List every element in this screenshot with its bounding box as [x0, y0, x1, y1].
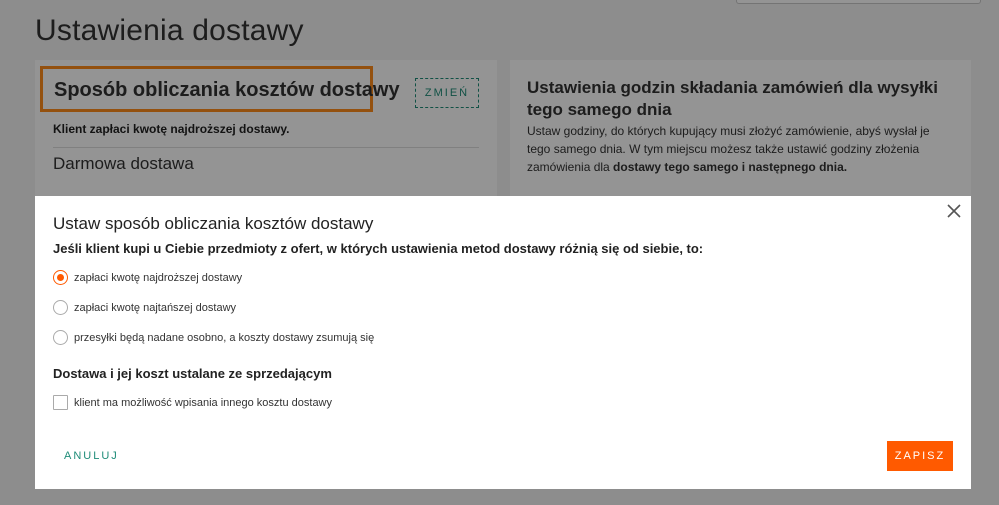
seller-section-title: Dostawa i jej koszt ustalane ze sprzedaj… [53, 366, 332, 381]
cancel-button[interactable]: ANULUJ [64, 450, 119, 462]
delivery-cost-modal: Ustaw sposób obliczania kosztów dostawy … [35, 196, 971, 489]
radio-option-cheapest[interactable]: zapłaci kwotę najtańszej dostawy [53, 300, 236, 315]
radio-label: zapłaci kwotę najdroższej dostawy [74, 271, 243, 284]
modal-title: Ustaw sposób obliczania kosztów dostawy [53, 214, 374, 233]
radio-button[interactable] [53, 270, 68, 285]
checkbox-label: klient ma możliwość wpisania innego kosz… [74, 396, 333, 409]
modal-question: Jeśli klient kupi u Ciebie przedmioty z … [53, 241, 704, 256]
radio-label: przesyłki będą nadane osobno, a koszty d… [74, 331, 375, 344]
radio-option-most-expensive[interactable]: zapłaci kwotę najdroższej dostawy [53, 270, 242, 285]
close-icon[interactable] [945, 202, 963, 220]
custom-cost-checkbox[interactable] [53, 395, 68, 410]
save-button[interactable]: ZAPISZ [887, 441, 953, 471]
custom-cost-checkbox-row[interactable]: klient ma możliwość wpisania innego kosz… [53, 395, 332, 410]
radio-button[interactable] [53, 330, 68, 345]
radio-label: zapłaci kwotę najtańszej dostawy [74, 301, 237, 314]
radio-button[interactable] [53, 300, 68, 315]
radio-option-separate[interactable]: przesyłki będą nadane osobno, a koszty d… [53, 330, 374, 345]
